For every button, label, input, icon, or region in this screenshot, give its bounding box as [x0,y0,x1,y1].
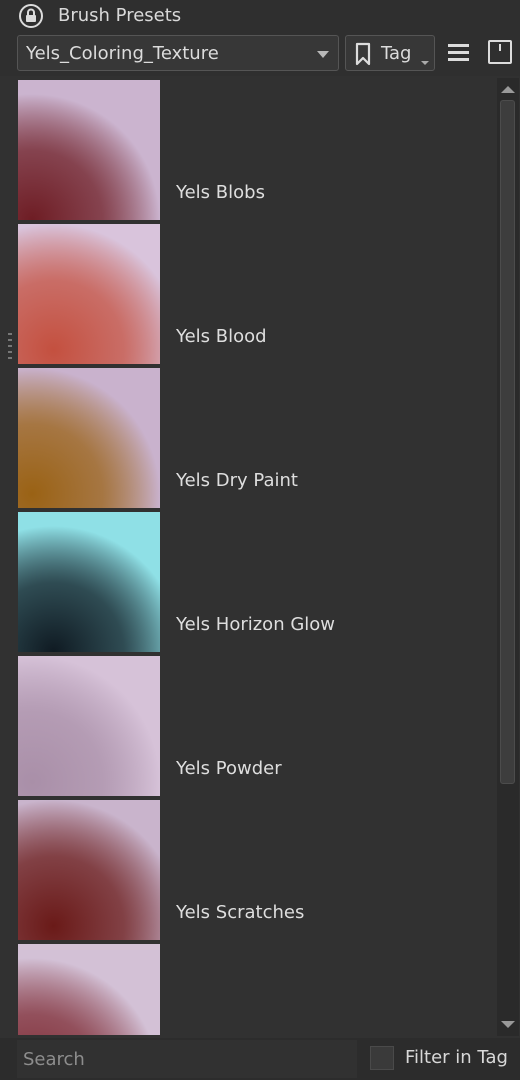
caret-down-icon [421,61,429,65]
preset-thumbnail [18,224,160,364]
preset-list-item[interactable] [18,942,496,1035]
preset-thumbnail [18,368,160,508]
search-input[interactable] [17,1040,357,1078]
preset-list-item[interactable]: Yels Dry Paint [18,366,496,508]
preset-toolbar: Yels_Coloring_Texture Tag [0,32,520,76]
tag-button-label: Tag [381,43,412,64]
preset-list-item[interactable]: Yels Scratches [18,798,496,940]
preset-thumbnail [18,80,160,220]
preset-list: Yels Blobs Yels Blood Yels Dry Paint Yels H… [18,78,496,1035]
scroll-down-arrow-icon[interactable] [501,1021,515,1028]
resize-grip-icon[interactable] [8,333,12,361]
hamburger-menu-icon[interactable] [445,38,473,68]
preset-thumbnail [18,512,160,652]
preset-list-item[interactable]: Yels Blobs [18,78,496,220]
preset-thumbnail [18,944,160,1035]
chevron-down-icon [317,51,329,58]
checkbox-box[interactable] [370,1046,394,1070]
scrollbar-thumb[interactable] [500,100,515,784]
preset-label: Yels Scratches [176,902,305,923]
preset-list-item[interactable]: Yels Blood [18,222,496,364]
preset-label: Yels Horizon Glow [176,614,336,635]
preset-label: Yels Blobs [176,182,265,203]
tag-button[interactable]: Tag [345,35,435,71]
preset-thumbnail [18,800,160,940]
filter-in-tag-checkbox[interactable]: Filter in Tag [370,1044,518,1074]
tag-select-dropdown[interactable]: Yels_Coloring_Texture [17,35,339,71]
filter-in-tag-label: Filter in Tag [405,1047,508,1068]
preset-label: Yels Blood [176,326,267,347]
preset-list-item[interactable]: Yels Powder [18,654,496,796]
preset-list-item[interactable]: Yels Horizon Glow [18,510,496,652]
tag-select-value: Yels_Coloring_Texture [26,43,219,64]
scroll-up-arrow-icon[interactable] [501,86,515,93]
view-mode-icon[interactable] [486,38,516,68]
preset-label: Yels Powder [176,758,282,779]
lock-icon[interactable] [19,4,43,28]
preset-label: Yels Dry Paint [176,470,298,491]
docker-title-bar: Brush Presets [0,0,520,32]
preset-thumbnail [18,656,160,796]
docker-footer: Filter in Tag [0,1038,520,1080]
bookmark-icon [355,42,371,66]
panel-title: Brush Presets [58,5,182,26]
vertical-scrollbar[interactable] [497,78,519,1036]
